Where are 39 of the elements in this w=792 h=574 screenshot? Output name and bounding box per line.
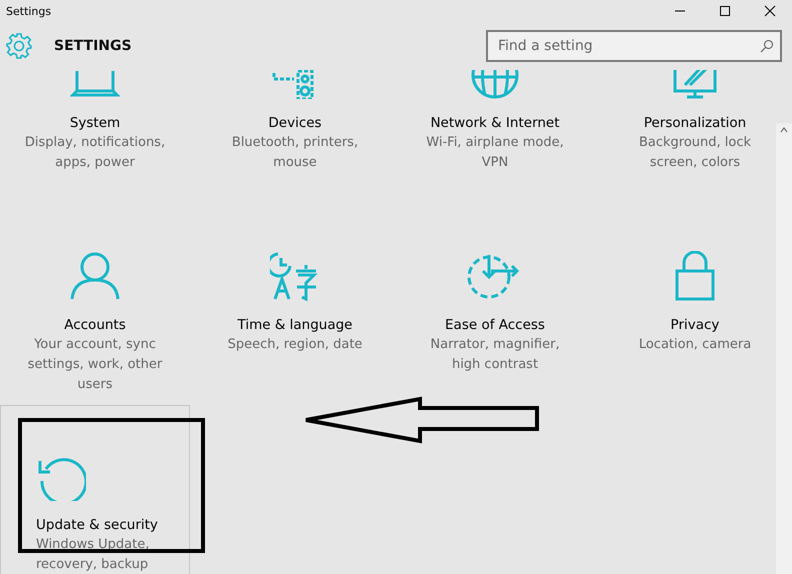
caret-up-icon[interactable] [780,127,788,133]
settings-tile[interactable]: System Display, notifications, apps, power [0,70,190,205]
settings-tile[interactable]: Personalization Background, lock screen, colors [600,70,776,205]
tile-title: Update & security [36,516,158,535]
search-icon [760,39,774,53]
tile-description: Your account, sync settings, work, other users [26,336,164,394]
clock-letter-icon [270,251,320,301]
tile-description: Display, notifications, apps, power [24,134,166,172]
maximize-icon [718,5,730,17]
tile-description: Location, camera [638,336,752,354]
tile-description: Background, lock screen, colors [638,134,752,172]
tile-title: Network & Internet [430,114,560,133]
settings-tile[interactable]: Time & language Speech, region, date [200,205,390,405]
person-icon [70,251,120,301]
tile-title: Ease of Access [445,316,545,335]
settings-tile[interactable]: Ease of Access Narrator, magnifier, high contrast [400,205,590,405]
tile-title: Devices [268,114,322,133]
settings-tile[interactable]: Accounts Your account, sync settings, work, other users [0,205,190,405]
tile-description: Speech, region, date [228,336,362,354]
tile-title: System [70,114,120,133]
tile-description: Narrator, magnifier, high contrast [429,336,561,374]
settings-tile[interactable]: Update & security Windows Update, recovery, backup [0,405,190,574]
tile-description: Windows Update, recovery, backup [36,536,150,574]
tile-title: Time & language [237,316,352,335]
page-title: SETTINGS [54,38,133,54]
tile-title: Accounts [64,316,126,335]
tile-title: Privacy [670,316,720,335]
window-title: Settings [6,4,52,18]
settings-tile[interactable]: Network & Internet Wi-Fi, airplane mode, VPN [400,70,590,205]
tile-description: Wi-Fi, airplane mode, VPN [425,134,565,172]
settings-icon [6,33,32,59]
close-icon [764,5,776,17]
search-field[interactable]: Find a setting [486,30,782,62]
settings-tile[interactable]: Devices Bluetooth, printers, mouse [200,70,390,205]
scrollbar[interactable] [776,123,792,574]
padlock-icon [675,251,715,301]
tile-description: Bluetooth, printers, mouse [230,134,360,172]
settings-tile[interactable]: Privacy Location, camera [600,205,776,405]
tile-title: Personalization [644,114,746,133]
